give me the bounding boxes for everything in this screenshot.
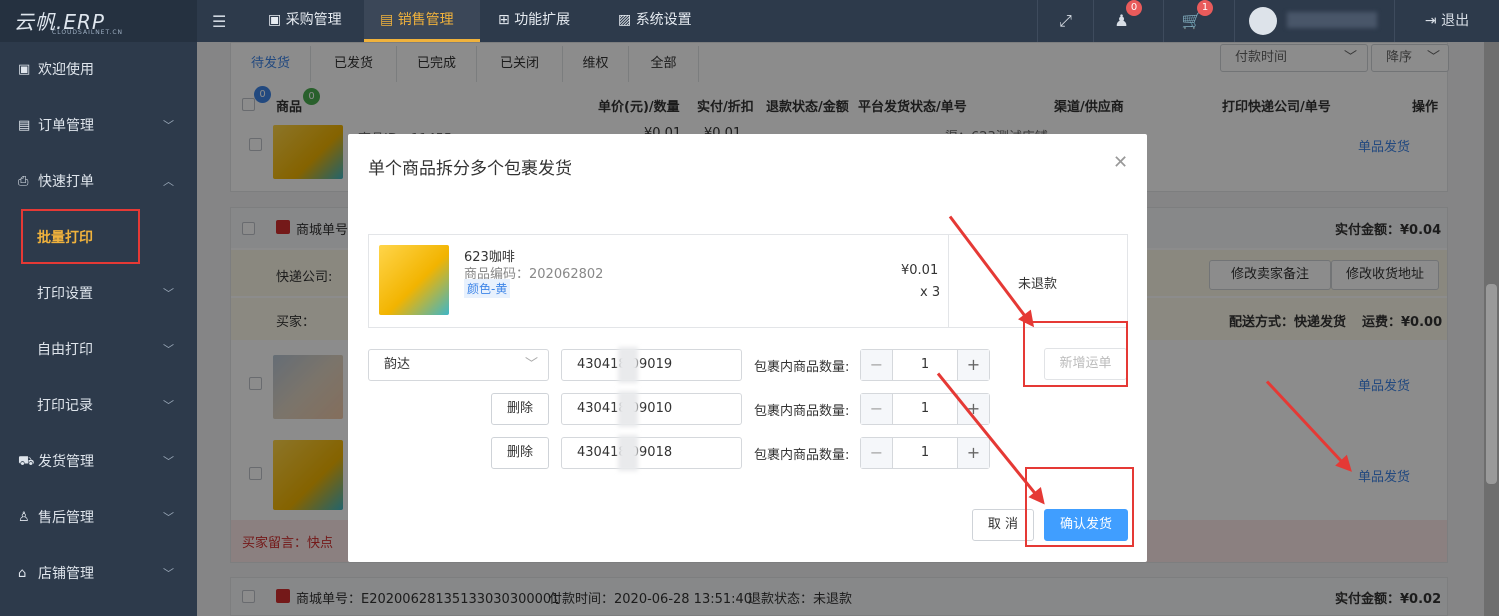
- chevron-up-icon: ︿: [163, 175, 174, 188]
- chevron-down-icon: ﹀: [163, 287, 174, 300]
- cart-badge: 1: [1197, 0, 1213, 16]
- qty-label: 包裹内商品数量:: [754, 404, 850, 419]
- sidebar-item-aftersale[interactable]: ♙ 售后管理 ﹀: [0, 490, 197, 546]
- product-price: ¥0.01: [901, 263, 939, 278]
- delete-button[interactable]: 删除: [491, 393, 549, 425]
- quantity-stepper[interactable]: −1 +: [860, 393, 990, 425]
- plus-icon[interactable]: +: [957, 438, 989, 468]
- chevron-down-icon: ﹀: [163, 455, 174, 468]
- product-thumbnail: [379, 245, 449, 315]
- sidebar: ▣ 欢迎使用 ▤ 订单管理 ﹀ ⎙ 快速打单 ︿ 批量打印 打印设置 ﹀ 自由打印 ﹀ 打印记…: [0, 42, 197, 616]
- printer-icon: ⎙: [18, 174, 29, 189]
- qty-label: 包裹内商品数量:: [754, 448, 850, 463]
- nav-sales[interactable]: ▤ 销售管理: [364, 0, 480, 42]
- sidebar-item-shipping[interactable]: ⛟ 发货管理 ﹀: [0, 434, 197, 490]
- bell-icon: ♟: [1114, 11, 1129, 30]
- chevron-down-icon: ﹀: [163, 567, 174, 580]
- close-icon[interactable]: ✕: [1113, 152, 1128, 173]
- quantity-stepper[interactable]: −1 +: [860, 437, 990, 469]
- delete-button[interactable]: 删除: [491, 437, 549, 469]
- redacted: [618, 347, 638, 383]
- message-badge: 0: [1126, 0, 1142, 16]
- sidebar-item-print-settings[interactable]: 打印设置 ﹀: [0, 266, 197, 322]
- qty-label: 包裹内商品数量:: [754, 360, 850, 375]
- sidebar-item-free-print[interactable]: 自由打印 ﹀: [0, 322, 197, 378]
- sidebar-item-quick-print[interactable]: ⎙ 快速打单 ︿: [0, 154, 197, 210]
- divider: [948, 234, 949, 328]
- purchase-icon: ▣: [268, 12, 286, 28]
- scrollbar-thumb[interactable]: [1486, 284, 1497, 484]
- service-icon: ♙: [18, 510, 30, 525]
- minus-icon[interactable]: −: [861, 350, 893, 380]
- menu-toggle-icon[interactable]: ☰: [212, 12, 230, 31]
- sales-icon: ▤: [380, 12, 398, 28]
- message-button[interactable]: ♟ 0: [1093, 0, 1149, 42]
- nav-purchase[interactable]: ▣ 采购管理: [252, 0, 364, 42]
- sku-tag: 颜色-黄: [464, 279, 511, 298]
- store-icon: ⌂: [18, 566, 27, 581]
- sidebar-item-orders[interactable]: ▤ 订单管理 ﹀: [0, 98, 197, 154]
- sidebar-item-print-log[interactable]: 打印记录 ﹀: [0, 378, 197, 434]
- logo: 云帆.ERP CLOUDSAILNET.CN: [0, 0, 197, 42]
- chevron-down-icon: ﹀: [163, 119, 174, 132]
- sidebar-item-store[interactable]: ⌂ 店铺管理 ﹀: [0, 546, 197, 602]
- logout-button[interactable]: ⇥ 退出: [1394, 0, 1499, 42]
- tracking-number-input[interactable]: 430418 09018: [561, 437, 742, 469]
- chevron-down-icon: ﹀: [163, 343, 174, 356]
- courier-select[interactable]: 韵达 ﹀: [368, 349, 549, 381]
- minus-icon[interactable]: −: [861, 394, 893, 424]
- chevron-down-icon: ﹀: [163, 511, 174, 524]
- user-menu[interactable]: [1234, 0, 1394, 42]
- highlight-box: [21, 209, 140, 264]
- redacted: [618, 435, 638, 471]
- plus-icon[interactable]: +: [957, 350, 989, 380]
- highlight-box: [1023, 321, 1128, 387]
- home-icon: ▣: [18, 62, 31, 77]
- nav-extension[interactable]: ⊞ 功能扩展: [480, 0, 596, 42]
- redacted: [618, 391, 638, 427]
- settings-icon: ▨: [618, 12, 636, 28]
- grid-icon: ⊞: [498, 12, 515, 28]
- truck-icon: ⛟: [18, 454, 35, 469]
- order-icon: ▤: [18, 118, 31, 133]
- cart-button[interactable]: 🛒 1: [1163, 0, 1219, 42]
- chevron-down-icon: ﹀: [524, 357, 538, 372]
- tracking-number-input[interactable]: 430418 09010: [561, 393, 742, 425]
- tracking-number-input[interactable]: 430418 09019: [561, 349, 742, 381]
- avatar: [1249, 7, 1277, 35]
- minus-icon[interactable]: −: [861, 438, 893, 468]
- cart-icon: 🛒: [1181, 11, 1202, 30]
- brand-sub: CLOUDSAILNET.CN: [52, 29, 124, 36]
- logout-icon: ⇥: [1424, 13, 1442, 29]
- user-name-redacted: [1287, 12, 1377, 28]
- dialog-title: 单个商品拆分多个包裹发货: [368, 159, 572, 179]
- sidebar-item-welcome[interactable]: ▣ 欢迎使用: [0, 42, 197, 98]
- nav-settings[interactable]: ▨ 系统设置: [600, 0, 716, 42]
- product-qty: x 3: [920, 285, 941, 300]
- chevron-down-icon: ﹀: [163, 399, 174, 412]
- refund-status: 未退款: [1018, 277, 1058, 292]
- fullscreen-icon[interactable]: ⤢: [1037, 0, 1093, 42]
- quantity-stepper[interactable]: −1 +: [860, 349, 990, 381]
